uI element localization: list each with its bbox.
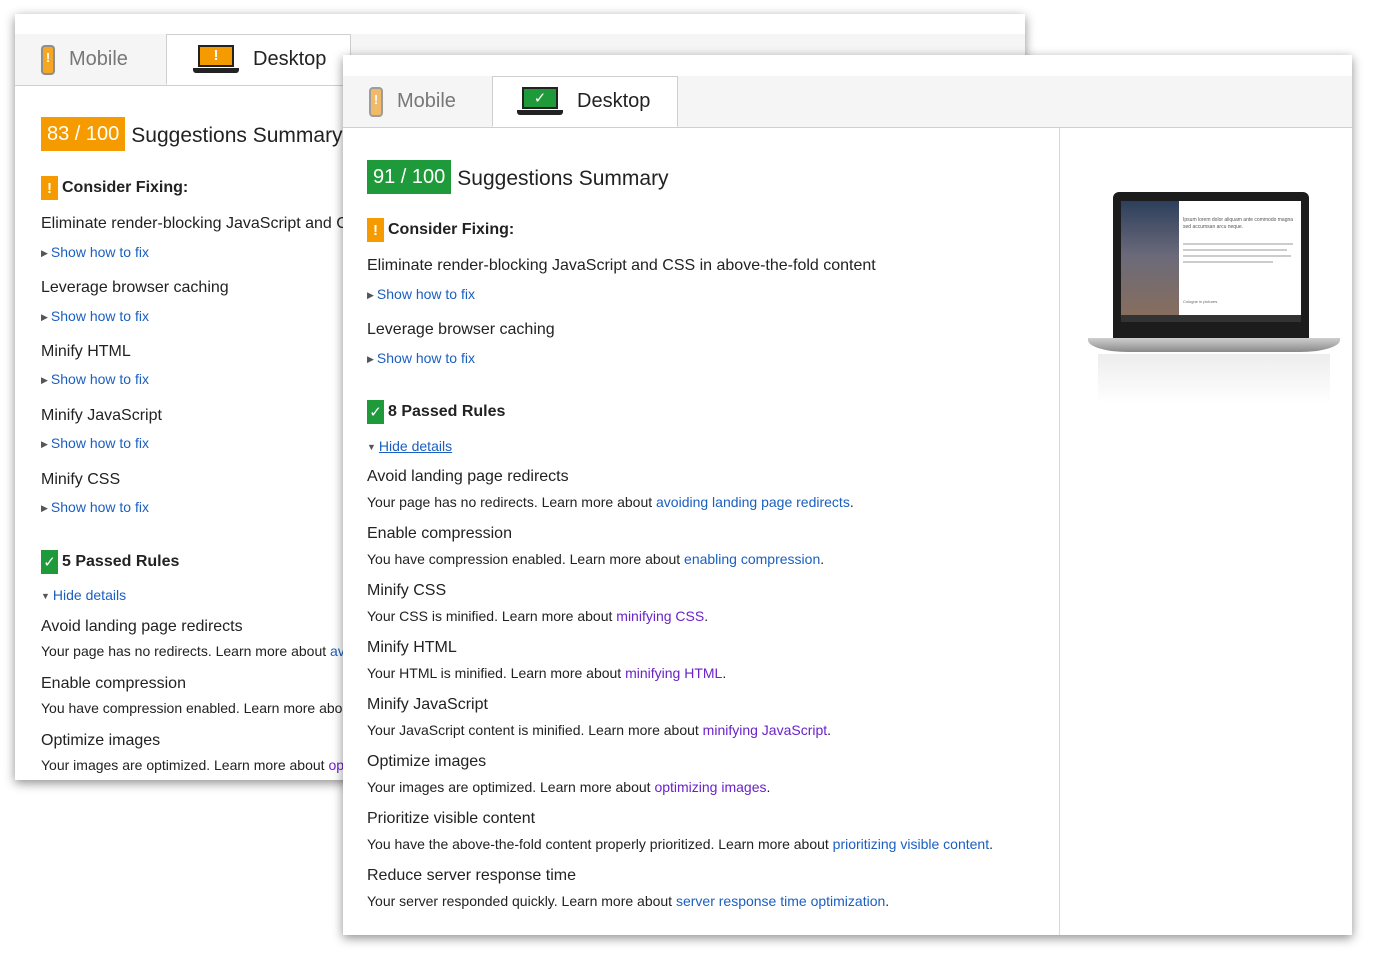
desktop-preview-image: Ipsum lorem dolor aliquam ante commodo m… — [1088, 192, 1340, 412]
tab-desktop-label: Desktop — [253, 48, 327, 70]
checkmark-icon: ✓ — [41, 550, 58, 574]
tab-mobile-label: Mobile — [397, 90, 456, 112]
show-how-to-fix-link[interactable]: ▶ Show how to fix — [41, 499, 149, 515]
passed-rule-desc: You have compression enabled. Learn more… — [367, 551, 825, 567]
laptop-base — [1088, 338, 1340, 352]
triangle-down-icon: ▼ — [41, 591, 50, 602]
passed-rule-title: Minify HTML — [367, 639, 457, 656]
preview-taskbar — [1121, 315, 1301, 322]
rule-title: Leverage browser caching — [41, 279, 229, 296]
preview-caption: Cologne in pictures — [1183, 299, 1218, 304]
tab-desktop-label: Desktop — [577, 90, 651, 112]
passed-rule-title: Optimize images — [367, 753, 487, 770]
passed-rule-title: Optimize images — [41, 732, 161, 749]
consider-fixing-label: Consider Fixing: — [388, 221, 515, 238]
tab-mobile[interactable]: Mobile — [41, 34, 128, 85]
learn-more-link[interactable]: minifying CSS — [616, 608, 704, 624]
passed-rule-title: Minify JavaScript — [367, 696, 488, 713]
laptop-icon: ! — [193, 44, 239, 75]
exclamation-icon: ! — [367, 218, 384, 242]
passed-rule-title: Avoid landing page redirects — [367, 468, 569, 485]
rule-title: Leverage browser caching — [367, 321, 555, 338]
passed-rule-desc: Your images are optimized. Learn more ab… — [41, 757, 345, 773]
triangle-right-icon: ▶ — [41, 502, 48, 513]
consider-fixing-label: Consider Fixing: — [62, 179, 189, 196]
passed-rule-title: Reduce server response time — [367, 867, 576, 884]
passed-rule-desc: Your HTML is minified. Learn more about … — [367, 665, 727, 681]
passed-rule-title: Enable compression — [41, 675, 186, 692]
triangle-right-icon: ▶ — [41, 247, 48, 258]
summary-title: Suggestions Summary — [457, 166, 669, 190]
summary-title: Suggestions Summary — [131, 123, 343, 147]
triangle-right-icon: ▶ — [41, 311, 48, 322]
passed-rule-title: Enable compression — [367, 525, 512, 542]
passed-rule-desc: Your page has no redirects. Learn more a… — [367, 494, 854, 510]
learn-more-link[interactable]: server response time optimization — [676, 893, 885, 909]
learn-more-link[interactable]: avoiding landing page redirects — [656, 494, 850, 510]
triangle-right-icon: ▶ — [367, 289, 374, 300]
rule-title: Minify JavaScript — [41, 407, 162, 424]
phone-icon — [41, 44, 55, 75]
passed-rules-label: 5 Passed Rules — [62, 553, 180, 570]
show-how-to-fix-link[interactable]: ▶ Show how to fix — [41, 308, 149, 324]
triangle-right-icon: ▶ — [41, 374, 48, 385]
hide-details-link[interactable]: ▼ Hide details — [367, 438, 452, 454]
show-how-to-fix-link[interactable]: ▶ Show how to fix — [367, 286, 475, 302]
laptop-icon: ✓ — [517, 86, 563, 117]
triangle-right-icon: ▶ — [41, 438, 48, 449]
exclamation-icon: ! — [41, 176, 58, 200]
learn-more-link[interactable]: op — [328, 757, 344, 773]
rule-title: Minify CSS — [41, 471, 121, 488]
passed-rule-title: Minify CSS — [367, 582, 447, 599]
preview-heading: Ipsum lorem dolor aliquam ante commodo m… — [1183, 217, 1294, 230]
consider-fixing-header: ! Consider Fixing: — [41, 176, 188, 200]
passed-rule-desc: You have compression enabled. Learn more… — [41, 700, 343, 716]
laptop-lid: Ipsum lorem dolor aliquam ante commodo m… — [1113, 192, 1309, 340]
passed-rule-desc: Your JavaScript content is minified. Lea… — [367, 722, 832, 738]
triangle-right-icon: ▶ — [367, 353, 374, 364]
passed-rules-header: ✓ 5 Passed Rules — [41, 550, 179, 574]
tab-mobile-label: Mobile — [69, 48, 128, 70]
passed-rules-label: 8 Passed Rules — [388, 403, 506, 420]
show-how-to-fix-link[interactable]: ▶ Show how to fix — [41, 435, 149, 451]
score-badge: 83 / 100 — [41, 117, 126, 151]
show-how-to-fix-link[interactable]: ▶ Show how to fix — [41, 371, 149, 387]
checkmark-icon: ✓ — [367, 400, 384, 424]
learn-more-link[interactable]: enabling compression — [684, 551, 820, 567]
sidebar-divider — [1059, 128, 1060, 935]
learn-more-link[interactable]: prioritizing visible content — [833, 836, 989, 852]
rule-title: Minify HTML — [41, 343, 131, 360]
passed-rule-desc: You have the above-the-fold content prop… — [367, 836, 993, 852]
learn-more-link[interactable]: minifying JavaScript — [703, 722, 828, 738]
passed-rule-desc: Your CSS is minified. Learn more about m… — [367, 608, 709, 624]
tab-desktop[interactable]: ✓ Desktop — [492, 76, 678, 127]
passed-rules-header: ✓ 8 Passed Rules — [367, 400, 505, 424]
rule-title: Eliminate render-blocking JavaScript and… — [367, 257, 876, 274]
learn-more-link[interactable]: optimizing images — [654, 779, 766, 795]
laptop-shadow — [1098, 354, 1330, 404]
device-tabs: Mobile ✓ Desktop — [343, 76, 1352, 128]
triangle-down-icon: ▼ — [367, 442, 376, 453]
passed-rule-desc: Your images are optimized. Learn more ab… — [367, 779, 771, 795]
hide-details-link[interactable]: ▼ Hide details — [41, 587, 126, 603]
tab-mobile[interactable]: Mobile — [369, 76, 456, 127]
learn-more-link[interactable]: minifying HTML — [625, 665, 722, 681]
rule-title: Eliminate render-blocking JavaScript and… — [41, 215, 348, 232]
desktop-report-panel-front: Mobile ✓ Desktop 91 / 100Suggestions Sum… — [343, 55, 1352, 935]
passed-rule-title: Prioritize visible content — [367, 810, 536, 827]
passed-rule-title: Avoid landing page redirects — [41, 618, 243, 635]
summary-heading: 83 / 100 Suggestions Summary — [41, 117, 343, 151]
score-badge: 91 / 100 — [367, 160, 452, 194]
show-how-to-fix-link[interactable]: ▶ Show how to fix — [367, 350, 475, 366]
preview-screen: Ipsum lorem dolor aliquam ante commodo m… — [1121, 201, 1301, 322]
phone-icon — [369, 86, 383, 117]
consider-fixing-header: ! Consider Fixing: — [367, 218, 514, 242]
passed-rule-desc: Your page has no redirects. Learn more a… — [41, 643, 345, 659]
cathedral-photo — [1121, 201, 1179, 322]
tab-desktop[interactable]: ! Desktop — [166, 34, 351, 85]
passed-rule-desc: Your server responded quickly. Learn mor… — [367, 893, 890, 909]
show-how-to-fix-link[interactable]: ▶ Show how to fix — [41, 244, 149, 260]
summary-heading: 91 / 100 Suggestions Summary — [367, 160, 669, 194]
